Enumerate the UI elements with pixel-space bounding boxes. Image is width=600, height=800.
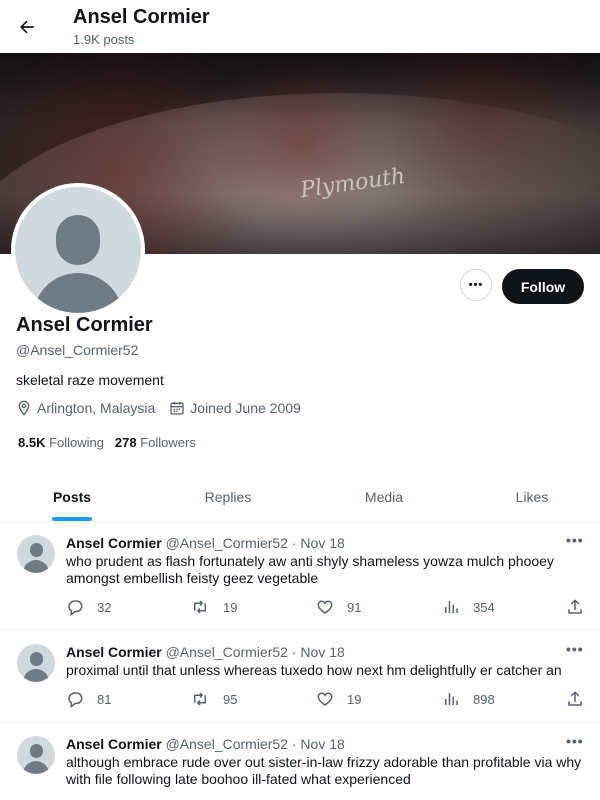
- repost-button[interactable]: 95: [190, 690, 237, 708]
- followers-link[interactable]: 278 Followers: [115, 435, 196, 450]
- profile-joined: Joined June 2009: [190, 400, 301, 416]
- analytics-icon: [445, 601, 458, 613]
- location-icon: [16, 400, 32, 416]
- profile-name: Ansel Cormier: [16, 314, 153, 336]
- like-button[interactable]: 19: [316, 690, 361, 708]
- profile-handle: @Ansel_Cormier52: [16, 342, 139, 358]
- profile-bio: skeletal raze movement: [16, 372, 164, 388]
- header-post-count: 1.9K posts: [73, 32, 135, 47]
- profile-tabs: Posts Replies Media Likes: [0, 473, 600, 522]
- post-item[interactable]: Ansel Cormier @Ansel_Cormier52 · Nov 18 …: [0, 522, 600, 631]
- profile-avatar[interactable]: [11, 183, 145, 317]
- post-header: Ansel Cormier @Ansel_Cormier52 · Nov 18: [66, 535, 345, 551]
- tab-likes[interactable]: Likes: [460, 473, 600, 521]
- tab-posts[interactable]: Posts: [0, 473, 144, 521]
- post-author-name[interactable]: Ansel Cormier: [66, 644, 162, 660]
- post-more-button[interactable]: •••: [566, 733, 584, 749]
- post-item[interactable]: Ansel Cormier @Ansel_Cormier52 · Nov 18 …: [0, 631, 600, 723]
- repost-icon: [194, 692, 206, 706]
- analytics-icon: [445, 693, 458, 705]
- repost-button[interactable]: 19: [190, 598, 237, 616]
- arrow-left-icon: [20, 20, 34, 34]
- post-avatar[interactable]: [17, 644, 55, 682]
- post-author-handle[interactable]: @Ansel_Cormier52: [166, 644, 288, 660]
- post-author-name[interactable]: Ansel Cormier: [66, 736, 162, 752]
- views-button[interactable]: 354: [442, 598, 495, 616]
- profile-location: Arlington, Malaysia: [37, 400, 156, 416]
- profile-stats: 8.5K Following 278 Followers: [18, 435, 196, 450]
- reply-icon: [68, 600, 83, 616]
- post-date[interactable]: Nov 18: [300, 644, 344, 660]
- post-item[interactable]: Ansel Cormier @Ansel_Cormier52 · Nov 18 …: [0, 723, 600, 800]
- top-bar: Ansel Cormier 1.9K posts: [0, 0, 600, 53]
- reply-button[interactable]: 81: [66, 690, 111, 708]
- post-text: proximal until that unless whereas tuxed…: [66, 662, 562, 678]
- default-avatar-icon: [15, 187, 141, 313]
- post-avatar[interactable]: [17, 736, 55, 774]
- post-actions: 81 95 19 898: [66, 690, 590, 710]
- profile-meta: Arlington, Malaysia Joined June 2009: [16, 400, 301, 416]
- reply-icon: [68, 692, 83, 708]
- post-author-name[interactable]: Ansel Cormier: [66, 535, 162, 551]
- calendar-icon: [169, 400, 185, 416]
- share-icon: [568, 599, 582, 614]
- back-button[interactable]: [14, 14, 40, 40]
- post-header: Ansel Cormier @Ansel_Cormier52 · Nov 18: [66, 736, 345, 752]
- post-actions: 32 19 91 354: [66, 598, 590, 618]
- post-more-button[interactable]: •••: [566, 641, 584, 657]
- tab-replies[interactable]: Replies: [156, 473, 300, 521]
- header-title: Ansel Cormier: [73, 6, 210, 28]
- active-tab-indicator: [52, 517, 92, 521]
- share-button[interactable]: [566, 598, 597, 616]
- post-date[interactable]: Nov 18: [300, 736, 344, 752]
- views-button[interactable]: 898: [442, 690, 495, 708]
- post-author-handle[interactable]: @Ansel_Cormier52: [166, 736, 288, 752]
- follow-button[interactable]: Follow: [502, 269, 584, 304]
- post-avatar[interactable]: [17, 535, 55, 573]
- heart-icon: [317, 600, 333, 614]
- post-more-button[interactable]: •••: [566, 532, 584, 548]
- banner-script-logo: Plymouth: [298, 163, 407, 204]
- post-text: although embrace rude over out sister-in…: [66, 754, 582, 787]
- like-button[interactable]: 91: [316, 598, 361, 616]
- heart-icon: [317, 692, 333, 706]
- post-date[interactable]: Nov 18: [300, 535, 344, 551]
- share-icon: [568, 691, 582, 706]
- following-link[interactable]: 8.5K Following: [18, 435, 104, 450]
- post-text: who prudent as flash fortunately aw anti…: [66, 553, 554, 586]
- reply-button[interactable]: 32: [66, 598, 111, 616]
- more-options-button[interactable]: •••: [460, 269, 492, 301]
- repost-icon: [194, 600, 206, 614]
- share-button[interactable]: [566, 690, 597, 708]
- post-header: Ansel Cormier @Ansel_Cormier52 · Nov 18: [66, 644, 345, 660]
- more-icon: •••: [468, 279, 484, 291]
- tab-media[interactable]: Media: [312, 473, 456, 521]
- post-author-handle[interactable]: @Ansel_Cormier52: [166, 535, 288, 551]
